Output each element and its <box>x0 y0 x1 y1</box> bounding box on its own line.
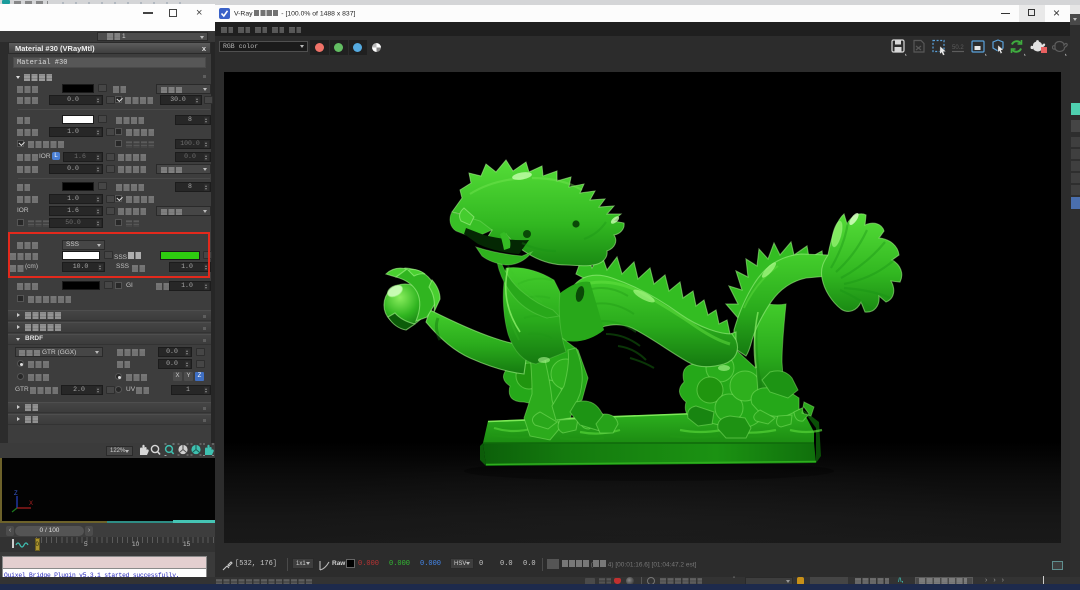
svg-text:X: X <box>29 501 33 507</box>
svg-text:50.2: 50.2 <box>952 45 964 51</box>
